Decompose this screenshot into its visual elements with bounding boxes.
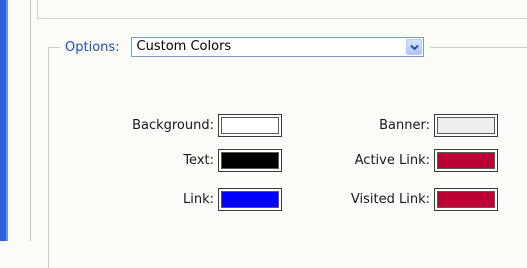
active-link-row: Active Link: [330,149,498,172]
visited-link-color-fill [437,191,495,208]
text-label: Text: [183,153,214,168]
visited-link-label: Visited Link: [350,192,430,207]
link-color-swatch[interactable] [218,188,282,211]
banner-label: Banner: [379,118,430,133]
visited-link-row: Visited Link: [330,188,498,211]
background-label: Background: [132,118,214,133]
options-dropdown[interactable]: Custom Colors [130,37,424,57]
banner-color-swatch[interactable] [434,114,498,137]
link-label: Link: [182,192,214,207]
banner-color-fill [437,117,495,134]
options-label: Options: [65,39,120,55]
text-color-fill [221,152,279,169]
upper-panel [37,0,527,19]
options-legend: Options: Custom Colors [60,36,430,58]
background-row: Background: [104,114,282,137]
active-link-label: Active Link: [354,153,430,168]
banner-row: Banner: [330,114,498,137]
options-dropdown-value: Custom Colors [136,39,232,54]
link-row: Link: [104,188,282,211]
panel-divider [30,0,31,241]
text-color-swatch[interactable] [218,149,282,172]
link-color-fill [221,191,279,208]
chevron-down-icon[interactable] [405,39,422,55]
active-link-color-swatch[interactable] [434,149,498,172]
background-color-swatch[interactable] [218,114,282,137]
window-edge [0,0,8,241]
background-color-fill [221,117,279,134]
active-link-color-fill [437,152,495,169]
text-row: Text: [104,149,282,172]
visited-link-color-swatch[interactable] [434,188,498,211]
